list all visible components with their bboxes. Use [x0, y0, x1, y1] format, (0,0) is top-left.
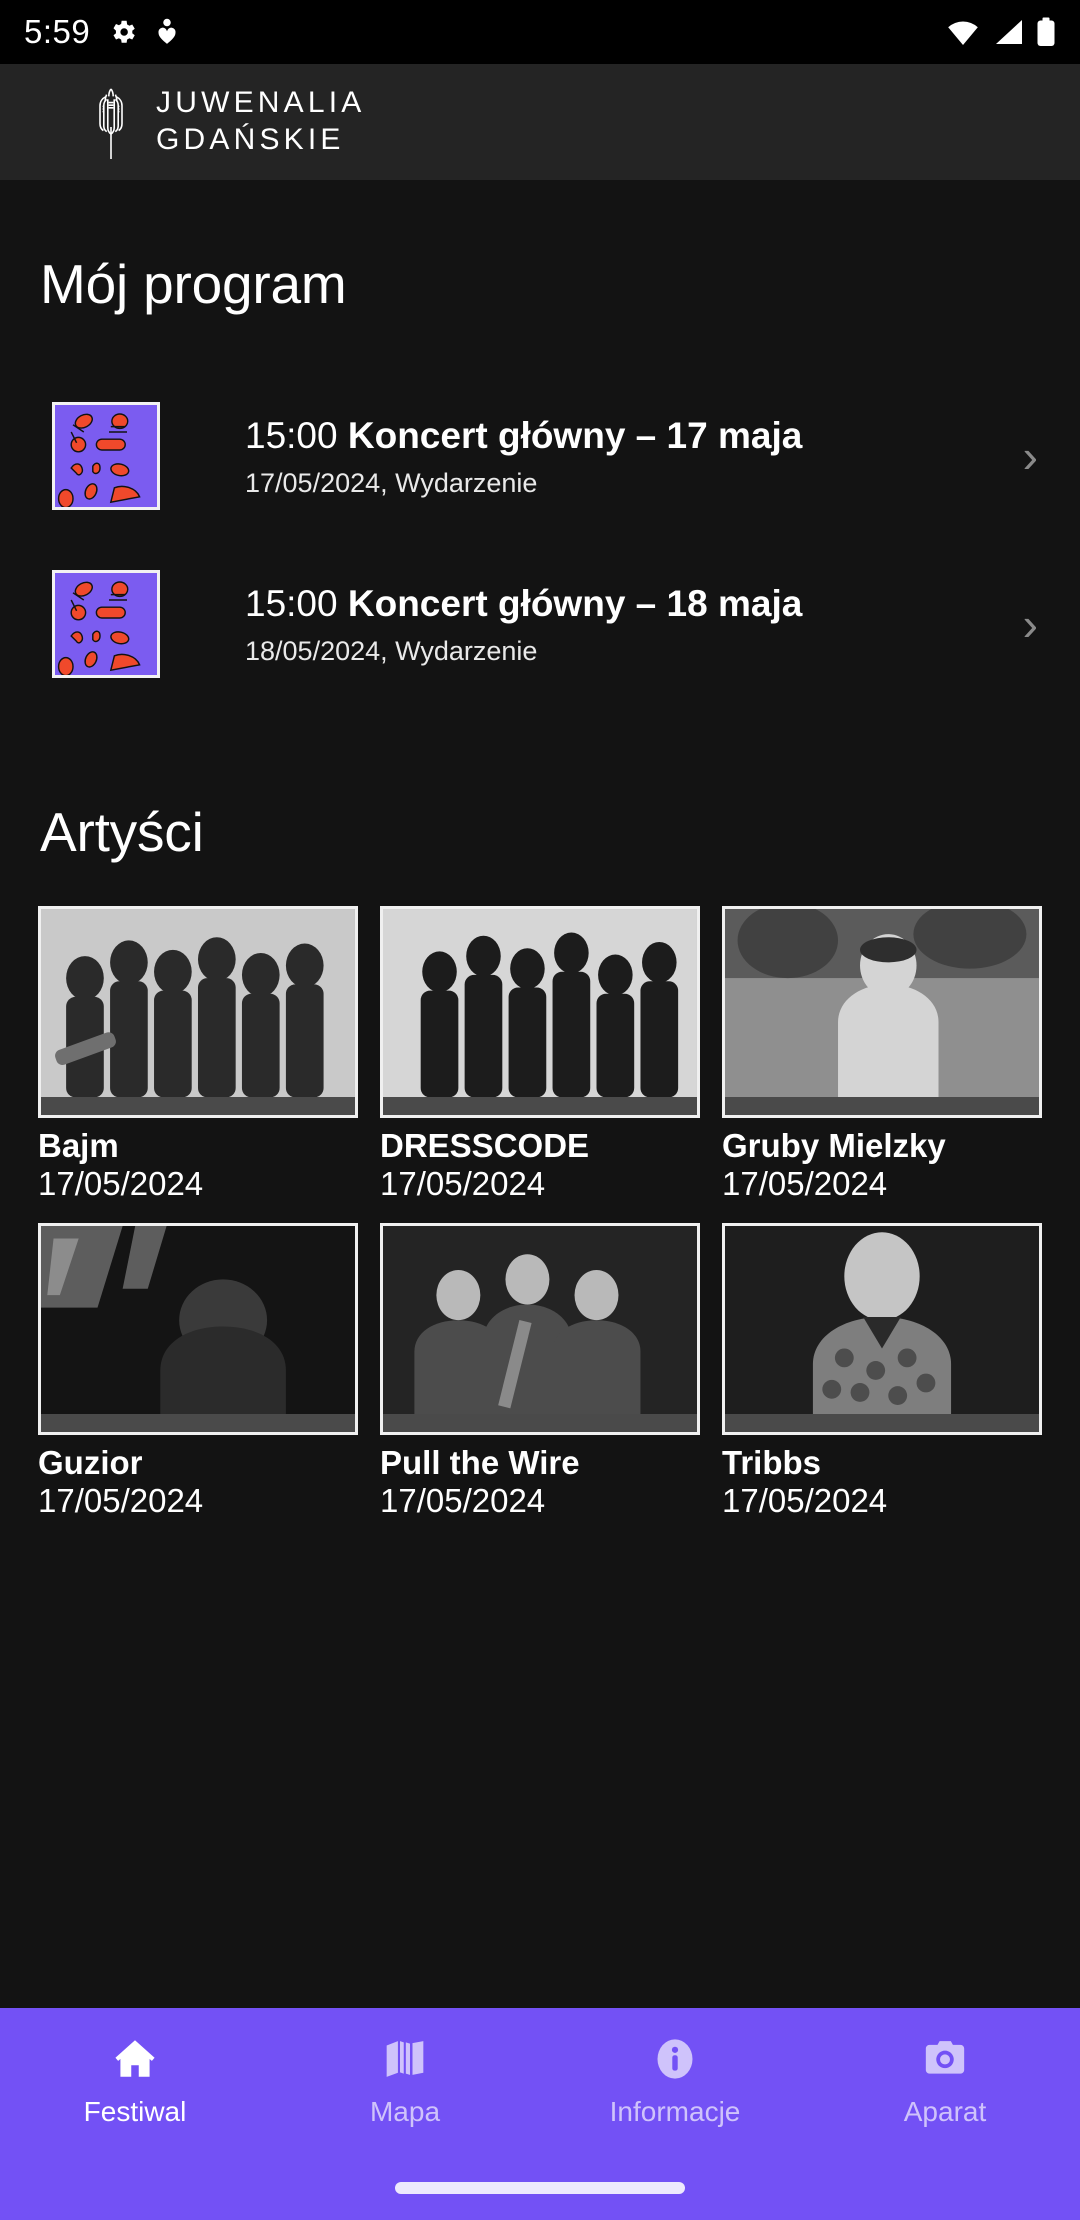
- signal-icon: [992, 18, 1024, 46]
- program-item-title: Koncert główny – 17 maja: [347, 414, 803, 456]
- artists-grid: Bajm 17/05/2024 DRESSCODE 17/05/2024 Gru…: [0, 864, 1080, 1520]
- program-item-subtitle: 17/05/2024, Wydarzenie: [245, 468, 538, 499]
- artist-card[interactable]: Bajm 17/05/2024: [38, 906, 358, 1203]
- program-item-text: 15:00 Koncert główny – 18 maja 18/05/202…: [245, 581, 1023, 667]
- chevron-right-icon[interactable]: ›: [1023, 597, 1052, 651]
- artist-name: Pull the Wire: [380, 1443, 580, 1481]
- brand-title: JUWENALIA GDAŃSKIE: [156, 85, 366, 158]
- artist-photo: [722, 906, 1042, 1118]
- artist-name: Gruby Mielzky: [722, 1127, 946, 1164]
- nav-label-aparat: Aparat: [903, 2096, 987, 2127]
- chevron-right-icon[interactable]: ›: [1023, 429, 1052, 483]
- artist-name: Tribbs: [722, 1443, 822, 1481]
- section-title-my-program: Mój program: [40, 253, 347, 315]
- app-screen: 5:59 JUWENALIA GDAŃSKIE Mój program 15:0…: [0, 0, 1080, 2220]
- nav-label-mapa: Mapa: [369, 2096, 441, 2127]
- program-list-item[interactable]: 15:00 Koncert główny – 17 maja 17/05/202…: [0, 386, 1080, 526]
- nav-label-festiwal: Festiwal: [83, 2096, 187, 2127]
- artist-name: Guzior: [38, 1443, 143, 1481]
- program-list-item[interactable]: 15:00 Koncert główny – 18 maja 18/05/202…: [0, 554, 1080, 694]
- event-thumbnail: [52, 570, 160, 678]
- nav-item-mapa[interactable]: Mapa: [270, 2034, 540, 2182]
- status-bar-left: 5:59: [24, 13, 178, 51]
- camera-icon: [919, 2034, 971, 2084]
- artist-date: 17/05/2024: [38, 1164, 204, 1202]
- artist-card[interactable]: Pull the Wire 17/05/2024: [380, 1222, 700, 1520]
- artist-photo: [722, 1222, 1042, 1435]
- status-bar-right: [946, 17, 1056, 47]
- artist-card[interactable]: DRESSCODE 17/05/2024: [380, 906, 700, 1203]
- artist-card[interactable]: Guzior 17/05/2024: [38, 1222, 358, 1520]
- status-bar: 5:59: [0, 0, 1080, 64]
- artist-date: 17/05/2024: [722, 1481, 888, 1519]
- artist-date: 17/05/2024: [380, 1481, 546, 1519]
- event-thumbnail: [52, 402, 160, 510]
- person-icon: [156, 17, 178, 47]
- program-item-title: Koncert główny – 18 maja: [347, 582, 803, 624]
- program-item-text: 15:00 Koncert główny – 17 maja 17/05/202…: [245, 413, 1023, 499]
- brand-title-line1: JUWENALIA: [156, 86, 366, 120]
- gear-icon: [108, 17, 138, 47]
- home-indicator[interactable]: [395, 2182, 685, 2194]
- brand-title-line2: GDAŃSKIE: [156, 123, 345, 156]
- my-program-list: 15:00 Koncert główny – 17 maja 17/05/202…: [0, 386, 1080, 694]
- artist-photo: [38, 906, 358, 1118]
- app-header: JUWENALIA GDAŃSKIE: [0, 64, 1080, 180]
- program-item-title-line: 15:00 Koncert główny – 17 maja: [245, 413, 1023, 459]
- artist-photo: [38, 1222, 358, 1435]
- artist-card[interactable]: Tribbs 17/05/2024: [722, 1222, 1042, 1520]
- tulip-logo-icon: [88, 83, 134, 161]
- program-item-subtitle: 18/05/2024, Wydarzenie: [245, 636, 538, 667]
- main-content: Mój program 15:00 Koncert główny – 17 ma…: [0, 180, 1080, 2008]
- artist-name: Bajm: [38, 1127, 119, 1164]
- map-icon: [379, 2034, 431, 2084]
- artist-name: DRESSCODE: [380, 1127, 590, 1164]
- wifi-icon: [946, 18, 980, 46]
- nav-item-festiwal[interactable]: Festiwal: [0, 2034, 270, 2182]
- info-icon: [649, 2034, 701, 2084]
- program-item-time: 15:00: [245, 582, 338, 624]
- nav-item-aparat[interactable]: Aparat: [810, 2034, 1080, 2182]
- program-item-time: 15:00: [245, 414, 338, 456]
- artist-photo: [380, 906, 700, 1118]
- bottom-nav-items: Festiwal Mapa Informacje Aparat: [0, 2008, 1080, 2182]
- brand-logo[interactable]: JUWENALIA GDAŃSKIE: [88, 83, 366, 161]
- nav-label-informacje: Informacje: [609, 2096, 741, 2127]
- program-item-title-line: 15:00 Koncert główny – 18 maja: [245, 581, 1023, 627]
- home-icon: [109, 2034, 161, 2084]
- artist-card[interactable]: Gruby Mielzky 17/05/2024: [722, 906, 1042, 1203]
- nav-item-informacje[interactable]: Informacje: [540, 2034, 810, 2182]
- battery-icon: [1036, 17, 1056, 47]
- artist-photo: [380, 1222, 700, 1435]
- artist-date: 17/05/2024: [380, 1164, 546, 1202]
- section-title-artists: Artyści: [40, 801, 204, 863]
- clock: 5:59: [24, 13, 91, 50]
- artist-date: 17/05/2024: [722, 1164, 888, 1202]
- artist-date: 17/05/2024: [38, 1481, 204, 1519]
- bottom-navigation-bar: Festiwal Mapa Informacje Aparat: [0, 2008, 1080, 2220]
